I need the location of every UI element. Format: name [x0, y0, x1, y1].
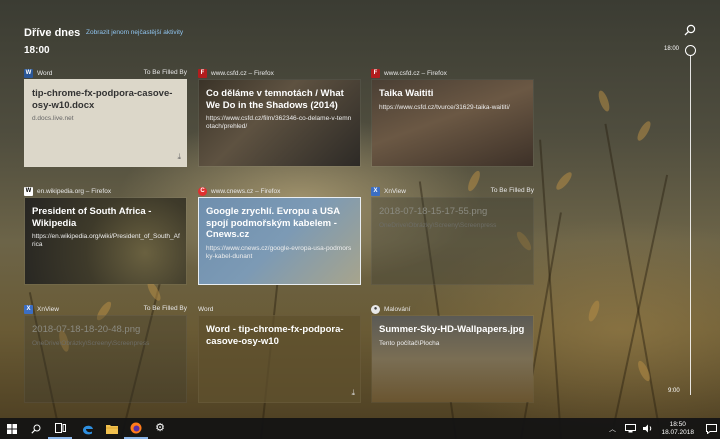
card-subtitle: OneDrive\Obrázky\Screeny\Screenpress: [32, 339, 150, 347]
card-app-name: Word: [37, 69, 53, 77]
card-subtitle: OneDrive\Obrázky\Screeny\Screenpress: [379, 221, 497, 229]
task-view-icon: [54, 422, 66, 433]
card-app-name: XnView: [384, 187, 406, 195]
card-meta: W Word To Be Filled By: [24, 67, 187, 79]
windows-logo-icon: [7, 423, 17, 434]
cnews-favicon-icon: C: [198, 186, 207, 196]
card-app-name: www.csfd.cz – Firefox: [384, 69, 447, 77]
card-title: Word - tip-chrome-fx-podpora-casove-osy-…: [206, 324, 344, 347]
card-owner: To Be Filled By: [143, 69, 187, 76]
card-title: Taika Waititi: [379, 88, 434, 99]
file-explorer-button[interactable]: [100, 418, 124, 439]
activity-card[interactable]: Google zrychlí. Evropu a USA spojí podmo…: [198, 197, 361, 285]
activity-card[interactable]: tip-chrome-fx-podpora-casove-osy-w10.doc…: [24, 79, 187, 167]
card-subtitle: d.docs.live.net: [32, 115, 74, 122]
card-app-name: Malování: [384, 305, 411, 313]
taskbar-clock[interactable]: 18:50 18.07.2018: [661, 421, 694, 437]
timeline-track[interactable]: [690, 55, 691, 395]
activity-card[interactable]: Taika Waititi https://www.csfd.cz/tvurce…: [371, 79, 534, 167]
action-center-icon[interactable]: [705, 423, 717, 435]
card-title: Summer-Sky-HD-Wallpapers.jpg: [379, 324, 525, 335]
taskbar: ⚙ ︿ 18:50 18.07.2018: [0, 418, 720, 439]
clock-date: 18.07.2018: [661, 428, 694, 436]
card-meta: X XnView To Be Filled By: [24, 303, 187, 315]
csfd-favicon-icon: F: [371, 68, 380, 78]
task-view-button[interactable]: [48, 418, 72, 439]
card-title: Co děláme v temnotách / What We Do in th…: [206, 88, 344, 111]
timeline-top-label: 18:00: [664, 46, 680, 52]
firefox-icon: [130, 422, 142, 433]
search-icon: [31, 424, 41, 434]
card-app-name: www.cnews.cz – Firefox: [211, 187, 281, 195]
show-top-activities-link[interactable]: Zobrazit jenom nejčastější aktivity: [86, 29, 183, 36]
search-icon[interactable]: [684, 24, 696, 36]
card-meta: X XnView To Be Filled By: [371, 185, 534, 197]
network-icon[interactable]: [624, 423, 636, 435]
paint-icon: ●: [371, 304, 380, 314]
activity-card[interactable]: Word - tip-chrome-fx-podpora-casove-osy-…: [198, 315, 361, 403]
card-owner: To Be Filled By: [490, 187, 534, 194]
card-subtitle: Tento počítač\Plocha: [379, 339, 440, 347]
volume-icon[interactable]: [642, 423, 654, 435]
timeline-thumb[interactable]: [685, 45, 696, 56]
card-owner: To Be Filled By: [143, 305, 187, 312]
activity-card[interactable]: President of South Africa - Wikipedia ht…: [24, 197, 187, 285]
download-icon: ⤓: [177, 152, 181, 161]
timeline-bottom-label: 9:00: [668, 388, 680, 394]
activity-card[interactable]: 2018-07-18-15-17-55.png OneDrive\Obrázky…: [371, 197, 534, 285]
search-button[interactable]: [24, 418, 48, 439]
card-subtitle: https://www.csfd.cz/tvurce/31629-taika-w…: [379, 103, 510, 111]
csfd-favicon-icon: F: [198, 68, 207, 78]
card-subtitle: https://en.wikipedia.org/wiki/President_…: [32, 233, 180, 248]
xnview-icon: X: [24, 304, 33, 314]
card-title: President of South Africa - Wikipedia: [32, 206, 152, 229]
wikipedia-favicon-icon: W: [24, 186, 33, 196]
folder-icon: [106, 424, 118, 434]
clock-time: 18:50: [669, 420, 686, 428]
card-meta: Word: [198, 303, 361, 315]
card-app-name: XnView: [37, 305, 59, 313]
card-meta: C www.cnews.cz – Firefox: [198, 185, 361, 197]
card-meta: W en.wikipedia.org – Firefox: [24, 185, 187, 197]
card-app-name: en.wikipedia.org – Firefox: [37, 187, 112, 195]
time-heading: 18:00: [24, 45, 50, 56]
xnview-icon: X: [371, 186, 380, 196]
edge-icon: [83, 425, 93, 434]
show-hidden-icons-chevron-icon[interactable]: ︿: [606, 423, 618, 435]
settings-button[interactable]: ⚙: [148, 418, 172, 439]
card-meta: F www.csfd.cz – Firefox: [371, 67, 534, 79]
word-icon: W: [24, 68, 33, 78]
card-app-name: Word: [198, 305, 214, 313]
card-subtitle: https://www.csfd.cz/film/362346-co-delam…: [206, 115, 352, 130]
card-app-name: www.csfd.cz – Firefox: [211, 69, 274, 77]
card-meta: ● Malování: [371, 303, 534, 315]
section-title: Dříve dnes: [24, 27, 81, 39]
card-meta: F www.csfd.cz – Firefox: [198, 67, 361, 79]
card-title: 2018-07-18-18-20-48.png: [32, 324, 141, 335]
activity-card[interactable]: Summer-Sky-HD-Wallpapers.jpg Tento počít…: [371, 315, 534, 403]
activity-card[interactable]: Co děláme v temnotách / What We Do in th…: [198, 79, 361, 167]
card-title: tip-chrome-fx-podpora-casove-osy-w10.doc…: [32, 88, 173, 111]
card-title: 2018-07-18-15-17-55.png: [379, 206, 488, 217]
download-icon: ⤓: [351, 388, 355, 397]
card-title: Google zrychlí. Evropu a USA spojí podmo…: [206, 206, 340, 240]
gear-icon: ⚙: [155, 422, 165, 434]
start-button[interactable]: [0, 418, 24, 439]
card-subtitle: https://www.cnews.cz/google-evropa-usa-p…: [206, 244, 352, 260]
system-tray: ︿ 18:50 18.07.2018: [603, 418, 720, 439]
firefox-button[interactable]: [124, 418, 148, 439]
edge-button[interactable]: [76, 418, 100, 439]
activity-card[interactable]: 2018-07-18-18-20-48.png OneDrive\Obrázky…: [24, 315, 187, 403]
